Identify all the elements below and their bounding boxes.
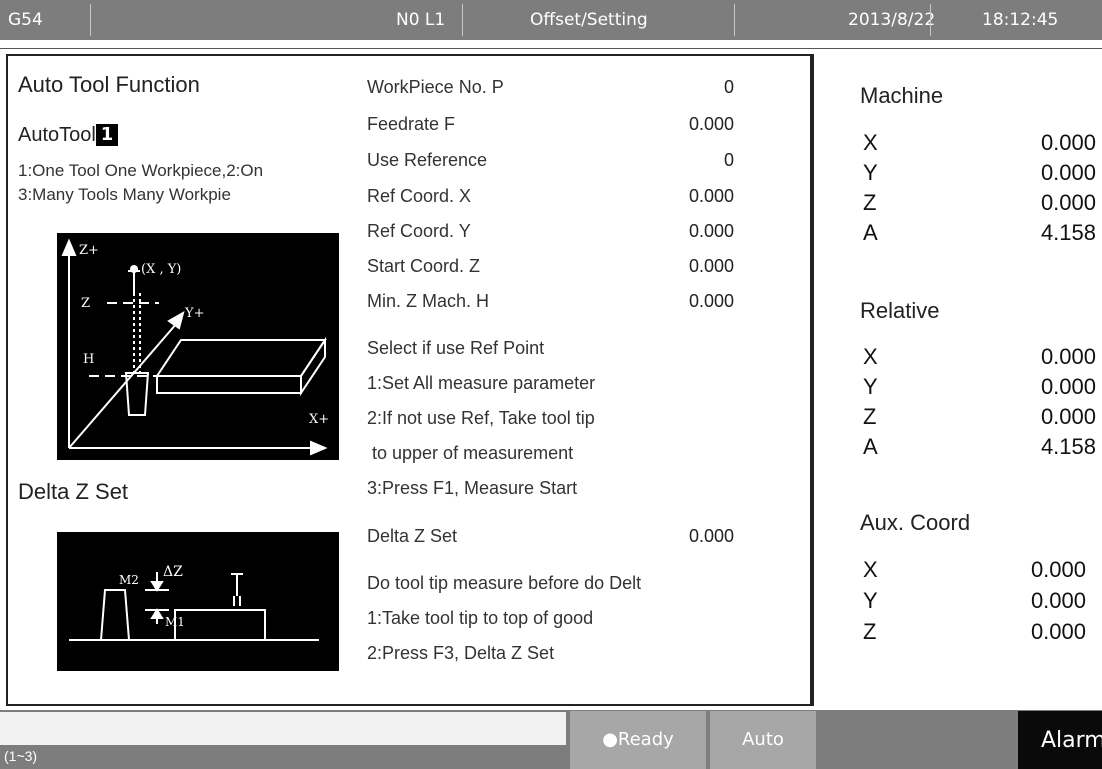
axis-value: 0.000 [1040, 374, 1096, 399]
axis-label: Y [863, 374, 878, 399]
instruction-line: Select if use Ref Point [367, 338, 545, 358]
instruction-line: 1:Set All measure parameter [367, 373, 596, 393]
delta-z-label: ΔZ [163, 564, 183, 580]
relative-title: Relative [860, 298, 940, 323]
axis-label: Z [863, 190, 877, 215]
param-label: WorkPiece No. P [367, 77, 504, 97]
auto-tool-options-2: 3:Many Tools Many Workpie [18, 185, 231, 204]
auto-tool-diagram: Z+ (X , Y) Z Y+ H X+ [57, 233, 339, 460]
axis-label: Z [863, 619, 877, 644]
axis-label: Z [863, 404, 877, 429]
mode-status-indicator: Auto [710, 711, 816, 769]
z-axis-label: Z+ [79, 243, 99, 258]
page-title: Offset/Setting [530, 10, 648, 30]
auto-tool-title: Auto Tool Function [18, 72, 200, 97]
axis-value: 0.000 [1030, 557, 1086, 582]
param-label: Feedrate F [367, 114, 456, 134]
param-label: Min. Z Mach. H [367, 291, 490, 311]
top-status-bar: G54 N0 L1 Offset/Setting 2013/8/22 18:12… [0, 0, 1102, 40]
command-input[interactable] [0, 712, 566, 745]
instruction-line: 2:Press F3, Delta Z Set [367, 643, 555, 663]
auto-tool-mode-field[interactable]: 1 [96, 124, 118, 146]
input-range-hint: (1~3) [4, 748, 38, 764]
param-label: Ref Coord. X [367, 186, 472, 206]
time-label: 18:12:45 [982, 10, 1059, 30]
param-value[interactable]: 0.000 [644, 186, 734, 207]
delta-z-title: Delta Z Set [18, 479, 129, 504]
alarm-button[interactable]: Alarm [1018, 711, 1102, 769]
axis-value: 0.000 [1030, 588, 1086, 613]
instruction-line: Do tool tip measure before do Delt [367, 573, 642, 593]
param-value[interactable]: 0.000 [644, 221, 734, 242]
axis-value: 0.000 [1040, 344, 1096, 369]
axis-label: X [863, 130, 878, 155]
axis-label: X [863, 557, 878, 582]
delta-z-diagram-svg: M2 ΔZ M1 [69, 564, 319, 641]
param-value[interactable]: 0 [644, 77, 734, 98]
axis-value: 0.000 [1040, 190, 1096, 215]
instruction-line: 1:Take tool tip to top of good [367, 608, 594, 628]
param-value[interactable]: 0.000 [644, 291, 734, 312]
param-label: Use Reference [367, 150, 488, 170]
ready-status-indicator: ●Ready [570, 711, 706, 769]
axis-label: Y [863, 588, 878, 613]
param-value[interactable]: 0 [644, 150, 734, 171]
aux-title: Aux. Coord [860, 510, 971, 535]
point-marker-icon [130, 265, 138, 273]
axis-value: 0.000 [1040, 130, 1096, 155]
y-axis-label: Y+ [184, 306, 204, 321]
panel-divider [812, 54, 814, 706]
axis-value: 0.000 [1040, 160, 1096, 185]
delta-z-param-value[interactable]: 0.000 [644, 526, 734, 547]
x-axis-label: X+ [309, 412, 329, 427]
axis-value: 0.000 [1040, 404, 1096, 429]
line-number-label: N0 L1 [396, 10, 446, 30]
h-label: H [83, 352, 94, 367]
param-value[interactable]: 0.000 [644, 114, 734, 135]
date-label: 2013/8/22 [848, 10, 936, 30]
m2-label: M2 [119, 573, 139, 587]
point-label: (X , Y) [141, 262, 181, 277]
machine-title: Machine [860, 83, 944, 108]
auto-tool-options-1: 1:One Tool One Workpiece,2:On [18, 161, 264, 180]
auto-tool-mode-label: AutoTool [18, 124, 96, 146]
param-label: Start Coord. Z [367, 256, 481, 276]
coord-system-label: G54 [8, 10, 43, 30]
param-value[interactable]: 0.000 [644, 256, 734, 277]
axis-label: X [863, 344, 878, 369]
axis-value: 4.158 [1040, 434, 1096, 459]
axis-value: 0.000 [1030, 619, 1086, 644]
instruction-line: 2:If not use Ref, Take tool tip [367, 408, 595, 428]
z-label: Z [81, 296, 90, 311]
instruction-line: 3:Press F1, Measure Start [367, 478, 578, 498]
delta-z-param-label: Delta Z Set [367, 526, 458, 546]
m1-label: M1 [165, 615, 185, 629]
axis-value: 4.158 [1040, 220, 1096, 245]
axis-label: A [863, 434, 878, 459]
auto-tool-diagram-svg: Z+ (X , Y) Z Y+ H X+ [61, 238, 329, 456]
param-label: Ref Coord. Y [367, 221, 471, 241]
axis-label: A [863, 220, 878, 245]
instruction-line: to upper of measurement [367, 443, 574, 463]
delta-z-diagram: M2 ΔZ M1 [57, 532, 339, 671]
axis-label: Y [863, 160, 878, 185]
